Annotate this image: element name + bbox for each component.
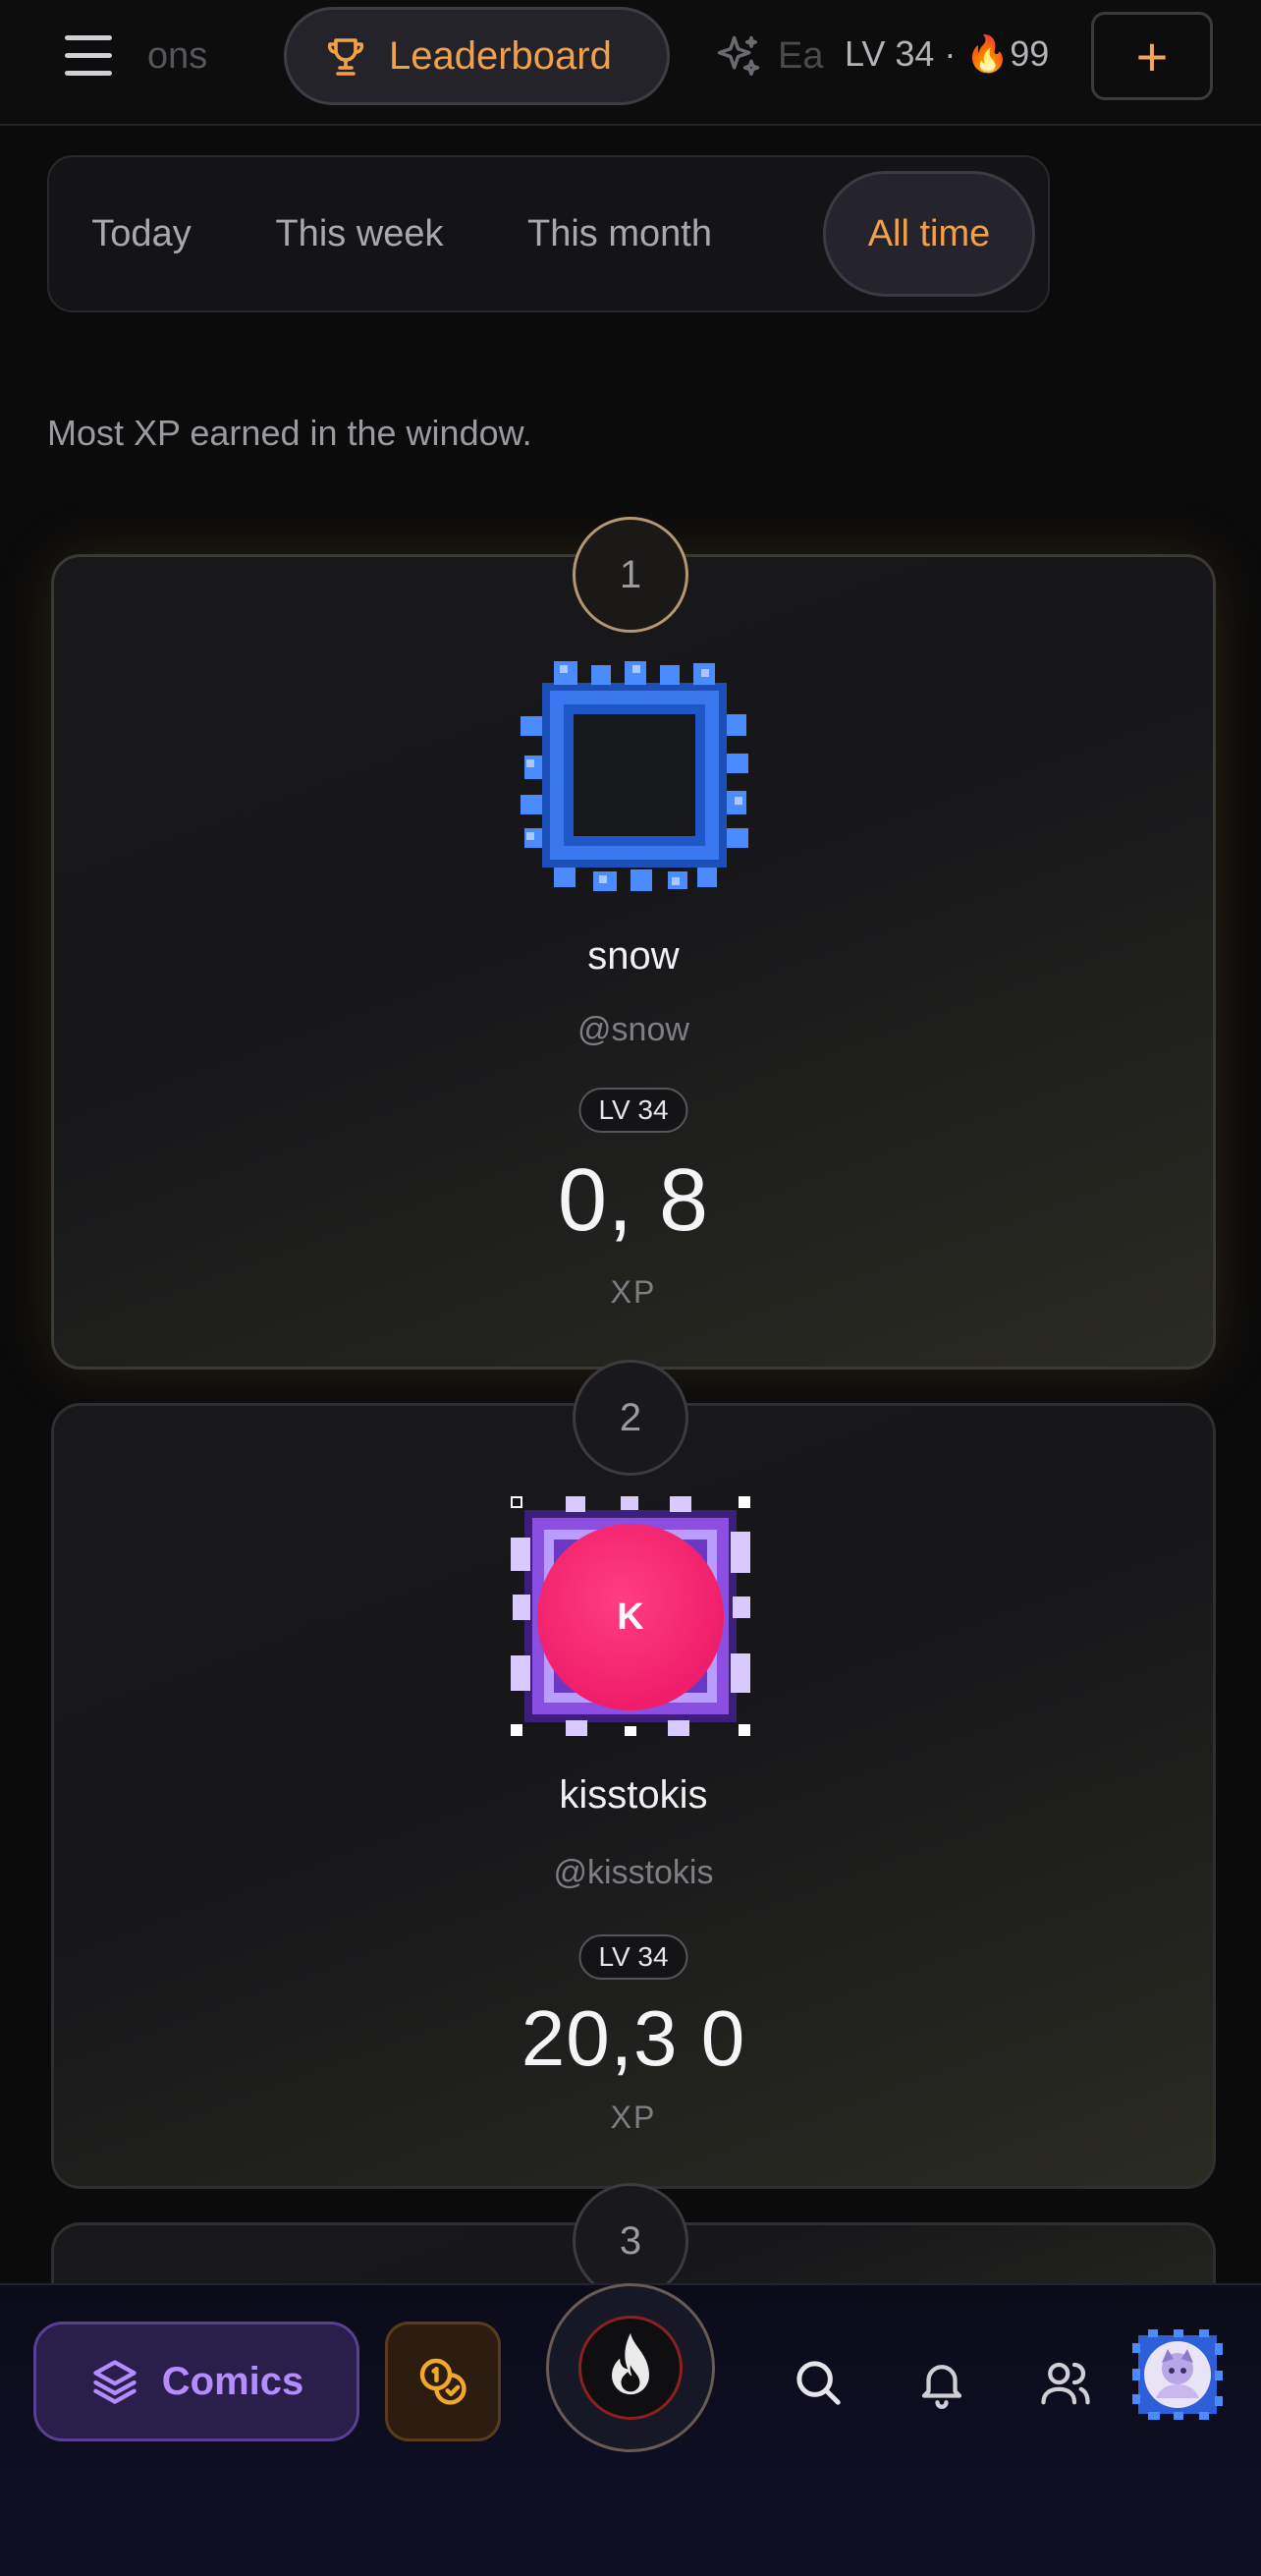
tab-leaderboard[interactable]: Leaderboard: [284, 7, 670, 105]
sparkle-icon[interactable]: [713, 31, 764, 83]
coins-icon: [419, 2358, 466, 2405]
user-name: snow: [587, 934, 680, 978]
rank-badge: 1: [573, 517, 688, 633]
xp-label: XP: [610, 1274, 657, 1310]
search-icon[interactable]: [792, 2356, 845, 2409]
user-handle: @snow: [577, 1011, 689, 1048]
add-button[interactable]: +: [1091, 12, 1213, 100]
comics-label: Comics: [161, 2359, 304, 2403]
xp-value: 20,3 0: [521, 1994, 746, 2082]
trophy-icon: [327, 38, 364, 76]
period-filter: Today This week This month All time: [47, 155, 1050, 312]
period-tab-today[interactable]: Today: [67, 171, 216, 297]
leaderboard-entry[interactable]: K kisstokis @kisstokis LV 34 20,3 0 XP: [51, 1403, 1216, 2189]
tab-leaderboard-label: Leaderboard: [389, 33, 612, 78]
xp-value: 0, 8: [557, 1151, 710, 1250]
users-icon[interactable]: [1039, 2356, 1092, 2409]
leaderboard-subtitle: Most XP earned in the window.: [47, 413, 532, 453]
fab-inner-ring: [578, 2316, 683, 2420]
profile-avatar[interactable]: [1132, 2329, 1223, 2420]
user-avatar: K: [537, 1524, 724, 1710]
tab-previous[interactable]: ons: [147, 35, 207, 78]
create-fab-button[interactable]: [546, 2283, 715, 2452]
user-name: kisstokis: [559, 1773, 708, 1817]
xp-label: XP: [610, 2100, 657, 2135]
user-handle: @kisstokis: [553, 1854, 714, 1891]
level-badge: LV 34: [578, 1934, 688, 1980]
level-badge: LV 34: [578, 1088, 688, 1133]
hamburger-menu-icon[interactable]: [65, 35, 112, 77]
period-tab-month[interactable]: This month: [501, 171, 739, 297]
coins-button[interactable]: [385, 2322, 501, 2441]
top-bar: ons Leaderboard Ea LV 34 · 🔥99 +: [0, 0, 1261, 126]
layers-icon: [93, 2360, 137, 2404]
comics-button[interactable]: Comics: [33, 2322, 359, 2441]
flame-icon: [612, 2332, 649, 2395]
bottom-navigation: Comics: [0, 2283, 1261, 2576]
period-tab-all-time[interactable]: All time: [823, 171, 1035, 297]
level-streak-indicator: LV 34 · 🔥99: [845, 33, 1050, 75]
leaderboard-entry[interactable]: snow @snow LV 34 0, 8 XP: [51, 554, 1216, 1370]
tab-next[interactable]: Ea: [778, 35, 823, 78]
avatar-frame-blue: [521, 661, 748, 891]
rank-badge: 2: [573, 1360, 688, 1476]
rank-badge: 3: [573, 2183, 688, 2299]
bell-icon[interactable]: [915, 2356, 968, 2409]
period-tab-week[interactable]: This week: [251, 171, 467, 297]
